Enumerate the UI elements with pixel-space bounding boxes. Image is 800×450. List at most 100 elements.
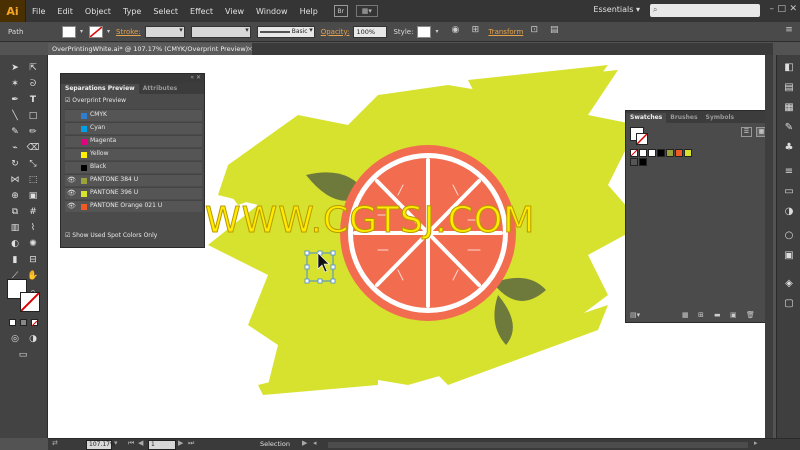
artboard-tool-icon[interactable]: ⊟ [26, 253, 40, 267]
stroke-swatch[interactable] [89, 25, 104, 38]
visibility-eye-icon[interactable]: 👁 [67, 189, 76, 197]
stroke-dock-icon[interactable]: ≡ [781, 165, 797, 179]
eraser-tool-icon[interactable]: ⌫ [26, 141, 40, 155]
free-transform-tool-icon[interactable]: ⬚ [26, 173, 40, 187]
show-kinds-icon[interactable]: ▦ [682, 311, 689, 319]
appearance-dock-icon[interactable]: ○ [781, 229, 797, 243]
panel-header[interactable]: « ✕ [61, 74, 204, 83]
menu-window[interactable]: Window [250, 7, 294, 16]
recolor-icon[interactable]: ◉ [448, 25, 462, 39]
new-color-group-icon[interactable]: ▬ [714, 311, 721, 319]
separation-row[interactable]: 👁 PANTONE Orange 021 U [65, 200, 202, 212]
stroke-weight-dropdown[interactable] [144, 25, 185, 38]
next-artboard-icon[interactable]: ▶ [178, 439, 183, 447]
vertical-scrollbar[interactable] [765, 55, 773, 438]
show-used-spot-colors-checkbox[interactable]: ☑ Show Used Spot Colors Only [65, 232, 157, 239]
gradient-mode-icon[interactable] [20, 319, 27, 326]
transform-link[interactable]: Transform [488, 28, 523, 36]
menu-object[interactable]: Object [79, 7, 117, 16]
list-view-icon[interactable]: ☰ [741, 127, 752, 137]
separation-row[interactable]: Cyan [65, 122, 202, 134]
swatch-pantone-396[interactable] [684, 149, 692, 157]
magic-wand-tool-icon[interactable]: ✶ [8, 77, 22, 91]
lasso-tool-icon[interactable]: ᘐ [26, 77, 40, 91]
new-swatch-icon[interactable]: ▣ [730, 311, 737, 319]
last-artboard-icon[interactable]: ⏭ [188, 439, 194, 448]
swatch-registration[interactable] [639, 149, 647, 157]
width-tool-icon[interactable]: ⋈ [8, 173, 22, 187]
shape-builder-tool-icon[interactable]: ⊕ [8, 189, 22, 203]
active-stroke-swatch[interactable] [636, 133, 648, 145]
close-icon[interactable]: ✕ [789, 4, 797, 14]
artboard-navigation-icon[interactable]: ⇄ [52, 439, 58, 447]
brush-dropdown[interactable]: Basic [256, 25, 315, 38]
isolate-icon[interactable]: ⊡ [527, 25, 541, 39]
gradient-dock-icon[interactable]: ▭ [781, 185, 797, 199]
swatch-folder[interactable] [630, 158, 638, 166]
opacity-link[interactable]: Opacity: [321, 28, 350, 36]
tab-brushes[interactable]: Brushes [666, 113, 701, 123]
symbols-dock-icon[interactable]: ♣ [781, 141, 797, 155]
swatch-black[interactable] [657, 149, 665, 157]
separation-row[interactable]: 👁 PANTONE 396 U [65, 187, 202, 199]
zoom-field[interactable]: 107.17% [86, 440, 116, 450]
screen-mode-icon[interactable]: ▭ [16, 348, 30, 362]
transparency-dock-icon[interactable]: ◑ [781, 205, 797, 219]
fill-swatch[interactable] [62, 25, 76, 38]
swatch-none[interactable] [630, 149, 638, 157]
rotate-tool-icon[interactable]: ↻ [8, 157, 22, 171]
tab-swatches[interactable]: Swatches [626, 113, 667, 123]
graphic-styles-dock-icon[interactable]: ▣ [781, 249, 797, 263]
perspective-grid-tool-icon[interactable]: ⧉ [8, 205, 22, 219]
workspace-switcher[interactable]: Essentials ▾ [593, 5, 640, 14]
opacity-field[interactable]: 100% [353, 25, 388, 38]
selection-tool-icon[interactable]: ➤ [8, 61, 22, 75]
pencil-tool-icon[interactable]: ✏ [26, 125, 40, 139]
menu-type[interactable]: Type [117, 7, 147, 16]
blob-brush-tool-icon[interactable]: ⌁ [8, 141, 22, 155]
document-tab[interactable]: OverPrintingWhite.ai* @ 107.17% (CMYK/Ov… [48, 43, 253, 55]
draw-behind-icon[interactable]: ◑ [26, 332, 40, 346]
search-input[interactable]: ⌕ [650, 4, 760, 17]
bridge-button[interactable]: Br [333, 5, 348, 17]
arrange-icon[interactable]: ▤ [547, 25, 561, 39]
draw-normal-icon[interactable]: ◎ [8, 332, 22, 346]
maximize-icon[interactable]: □ [777, 4, 786, 14]
stroke-color-box[interactable] [20, 292, 40, 312]
arrange-documents-button[interactable]: ▦▾ [355, 5, 378, 17]
minimize-icon[interactable]: – [770, 4, 775, 14]
scroll-right-icon[interactable]: ▸ [754, 439, 758, 447]
separation-row[interactable]: Yellow [65, 148, 202, 160]
separation-row[interactable]: 👁 PANTONE 384 U [65, 174, 202, 186]
paintbrush-tool-icon[interactable]: ✎ [8, 125, 22, 139]
menu-view[interactable]: View [219, 7, 250, 16]
rectangle-tool-icon[interactable]: □ [26, 109, 40, 123]
scale-tool-icon[interactable]: ⤡ [26, 157, 40, 171]
menu-file[interactable]: File [26, 7, 51, 16]
eyedropper-tool-icon[interactable]: ⌇ [26, 221, 40, 235]
swatch-pantone-orange-021[interactable] [675, 149, 683, 157]
swatch-libraries-menu-icon[interactable]: ▤▾ [630, 311, 640, 319]
previous-artboard-icon[interactable]: ◀ [138, 439, 143, 447]
zoom-dropdown-icon[interactable]: ▾ [114, 439, 118, 447]
separation-row[interactable]: Black [65, 161, 202, 173]
swatch-white[interactable] [648, 149, 656, 157]
graphic-style-swatch[interactable] [417, 25, 432, 38]
color-panel-icon[interactable]: ◧ [781, 61, 797, 75]
direct-selection-tool-icon[interactable]: ⇱ [26, 61, 40, 75]
artboard-number-field[interactable]: 1 [148, 440, 176, 450]
color-mode-icon[interactable] [9, 319, 16, 326]
column-graph-tool-icon[interactable]: ▮ [8, 253, 22, 267]
menu-help[interactable]: Help [294, 7, 324, 16]
tab-attributes[interactable]: Attributes [139, 84, 181, 94]
horizontal-scrollbar[interactable] [328, 442, 748, 448]
swatches-dock-icon[interactable]: ▦ [781, 101, 797, 115]
line-tool-icon[interactable]: ╲ [8, 109, 22, 123]
layers-dock-icon[interactable]: ◈ [781, 277, 797, 291]
separation-row[interactable]: CMYK [65, 109, 202, 121]
overprint-preview-checkbox[interactable]: ☑ Overprint Preview [65, 97, 126, 104]
stroke-link[interactable]: Stroke: [116, 28, 141, 36]
hand-tool-icon[interactable]: ✋ [26, 269, 40, 283]
visibility-eye-icon[interactable]: 👁 [67, 202, 76, 210]
menu-effect[interactable]: Effect [184, 7, 219, 16]
